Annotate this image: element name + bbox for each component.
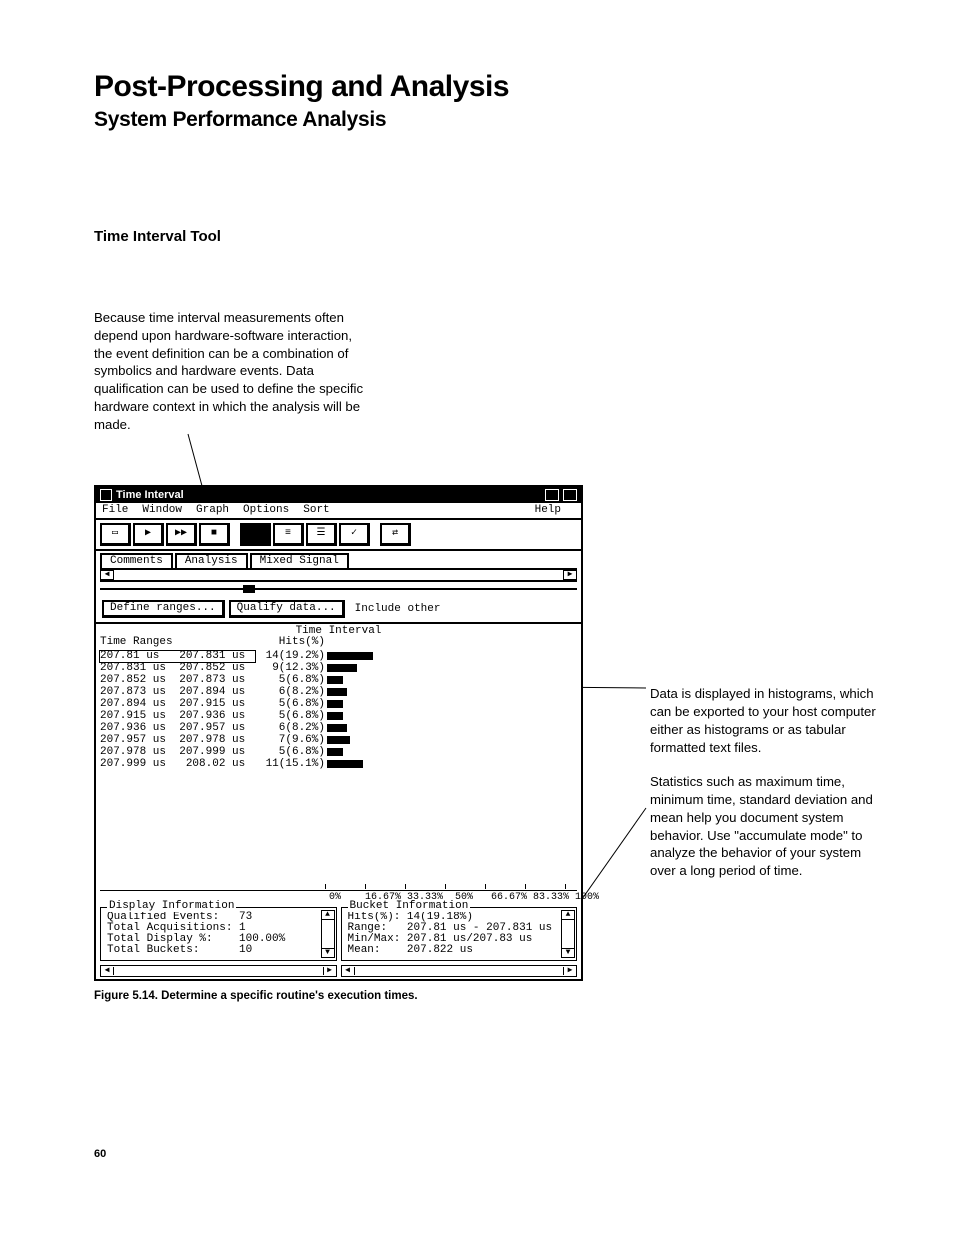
window-titlebar[interactable]: Time Interval [96, 487, 581, 503]
table-row[interactable]: 207.852 us 207.873 us5(6.8%) [100, 674, 579, 686]
column-headers: Time Ranges Hits(%) [96, 637, 581, 650]
histogram-bar [327, 688, 347, 696]
range-cell: 207.915 us 207.936 us [100, 711, 255, 722]
tab-mixed-signal[interactable]: Mixed Signal [250, 553, 349, 568]
hits-cell: 5(6.8%) [255, 711, 325, 722]
range-cell: 207.852 us 207.873 us [100, 675, 255, 686]
tab-comments[interactable]: Comments [100, 553, 173, 568]
time-interval-window: Time Interval File Window Graph Options … [94, 485, 583, 981]
check-icon[interactable]: ✓ [339, 523, 370, 546]
table-row[interactable]: 207.957 us 207.978 us7(9.6%) [100, 734, 579, 746]
include-other-label[interactable]: Include other [349, 603, 447, 616]
range-cell: 207.873 us 207.894 us [100, 687, 255, 698]
histogram-bar [327, 676, 343, 684]
histogram-rows: 207.81 us 207.831 us14(19.2%)207.831 us … [96, 650, 581, 884]
stop-icon[interactable]: ■ [199, 523, 230, 546]
hits-cell: 6(8.2%) [255, 687, 325, 698]
table-row[interactable]: 207.936 us 207.957 us6(8.2%) [100, 722, 579, 734]
column-time-ranges: Time Ranges [100, 637, 255, 648]
display-information-panel: Display Information Qualified Events: 73… [100, 907, 337, 961]
range-cell: 207.957 us 207.978 us [100, 735, 255, 746]
options-row: Define ranges... Qualify data... Include… [96, 596, 581, 624]
table-row[interactable]: 207.831 us 207.852 us9(12.3%) [100, 662, 579, 674]
menu-sort[interactable]: Sort [303, 505, 329, 516]
display-info-legend: Display Information [107, 901, 236, 912]
table-row[interactable]: 207.915 us 207.936 us5(6.8%) [100, 710, 579, 722]
hits-cell: 5(6.8%) [255, 675, 325, 686]
hits-cell: 9(12.3%) [255, 663, 325, 674]
bucket-scrollbar[interactable]: ▲▼ [561, 910, 575, 958]
bucket-mean: Mean: 207.822 us [348, 945, 561, 956]
shuffle-icon[interactable]: ⇄ [380, 523, 411, 546]
menu-window[interactable]: Window [142, 505, 182, 516]
define-ranges-button[interactable]: Define ranges... [102, 600, 225, 618]
list-icon[interactable]: ☰ [306, 523, 337, 546]
histogram-bar [327, 724, 347, 732]
menu-options[interactable]: Options [243, 505, 289, 516]
tab-scrollbar[interactable]: ◀▶ [100, 568, 577, 582]
menu-file[interactable]: File [102, 505, 128, 516]
histogram-bar [327, 652, 373, 660]
menu-bar: File Window Graph Options Sort Help [96, 503, 581, 520]
toolbar: ▭ ▶ ▶▶ ■ ≡ ☰ ✓ ⇄ [96, 520, 581, 551]
open-icon[interactable]: ▭ [100, 523, 131, 546]
page-subtitle: System Performance Analysis [94, 108, 884, 132]
hits-cell: 11(15.1%) [255, 759, 325, 770]
table-row[interactable]: 207.894 us 207.915 us5(6.8%) [100, 698, 579, 710]
range-cell: 207.81 us 207.831 us [100, 651, 255, 662]
zoom-slider[interactable] [100, 585, 577, 593]
intro-paragraph: Because time interval measurements often… [94, 309, 366, 434]
annotation-statistics: Statistics such as maximum time, minimum… [650, 773, 890, 880]
histogram-bar [327, 736, 350, 744]
maximize-icon[interactable] [563, 489, 577, 501]
table-row[interactable]: 207.999 us 208.02 us11(15.1%) [100, 758, 579, 770]
tab-row: Comments Analysis Mixed Signal [96, 551, 581, 568]
hits-cell: 14(19.2%) [255, 651, 325, 662]
total-buckets: Total Buckets: 10 [107, 945, 320, 956]
range-cell: 207.999 us 208.02 us [100, 759, 255, 770]
histogram-bar [327, 712, 343, 720]
hits-cell: 6(8.2%) [255, 723, 325, 734]
window-title: Time Interval [116, 490, 184, 501]
range-cell: 207.978 us 207.999 us [100, 747, 255, 758]
qualify-data-button[interactable]: Qualify data... [229, 600, 345, 618]
bucket-info-legend: Bucket Information [348, 901, 471, 912]
histogram-bar [327, 700, 343, 708]
table-row[interactable]: 207.978 us 207.999 us5(6.8%) [100, 746, 579, 758]
menu-help[interactable]: Help [535, 505, 561, 516]
display-hscroll[interactable]: ◀▶ [100, 965, 337, 977]
display-scrollbar[interactable]: ▲▼ [321, 910, 335, 958]
page-number: 60 [94, 1148, 106, 1160]
tab-analysis[interactable]: Analysis [175, 553, 248, 568]
hits-cell: 5(6.8%) [255, 699, 325, 710]
figure-caption: Figure 5.14. Determine a specific routin… [94, 990, 418, 1002]
range-cell: 207.831 us 207.852 us [100, 663, 255, 674]
format-icon[interactable]: ≡ [273, 523, 304, 546]
range-cell: 207.894 us 207.915 us [100, 699, 255, 710]
bucket-information-panel: Bucket Information Hits(%): 14(19.18%) R… [341, 907, 578, 961]
annotation-histogram: Data is displayed in histograms, which c… [650, 685, 890, 756]
section-title: Time Interval Tool [94, 228, 884, 245]
column-hits: Hits(%) [255, 637, 325, 648]
menu-graph[interactable]: Graph [196, 505, 229, 516]
window-sysmenu-icon[interactable] [100, 489, 112, 501]
table-row[interactable]: 207.873 us 207.894 us6(8.2%) [100, 686, 579, 698]
mode-icon[interactable] [240, 523, 271, 546]
histogram-bar [327, 748, 343, 756]
hits-cell: 7(9.6%) [255, 735, 325, 746]
run-icon[interactable]: ▶ [133, 523, 164, 546]
histogram-bar [327, 760, 363, 768]
minimize-icon[interactable] [545, 489, 559, 501]
range-cell: 207.936 us 207.957 us [100, 723, 255, 734]
histogram-bar [327, 664, 357, 672]
bucket-hscroll[interactable]: ◀▶ [341, 965, 578, 977]
hits-cell: 5(6.8%) [255, 747, 325, 758]
table-row[interactable]: 207.81 us 207.831 us14(19.2%) [100, 650, 579, 662]
page-title: Post-Processing and Analysis [94, 70, 884, 104]
run-repeat-icon[interactable]: ▶▶ [166, 523, 197, 546]
